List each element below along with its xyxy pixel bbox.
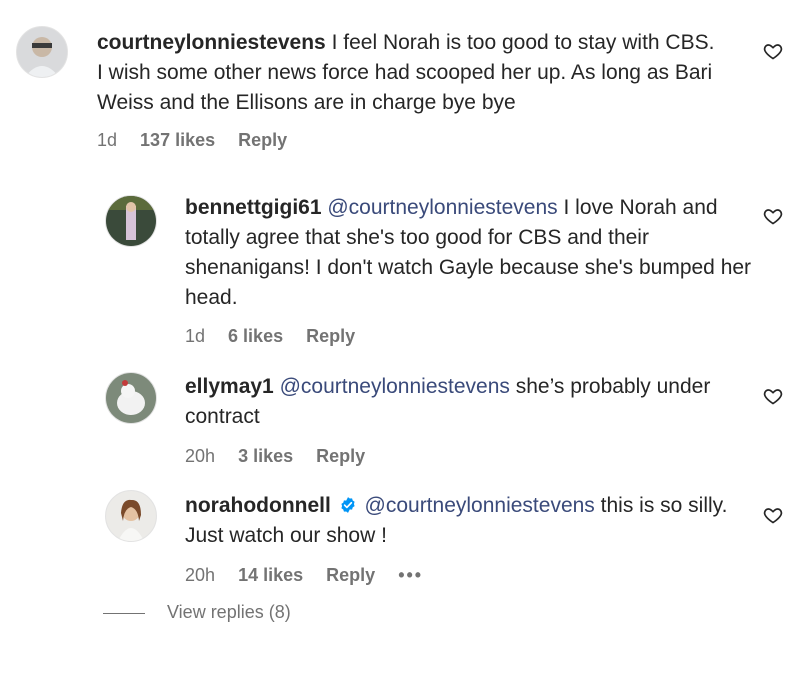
comment-likes[interactable]: 3 likes — [238, 446, 293, 466]
more-options-icon[interactable]: ••• — [398, 565, 423, 585]
comment-time[interactable]: 1d — [185, 326, 205, 346]
avatar[interactable] — [16, 26, 68, 78]
reply-button[interactable]: Reply — [238, 130, 287, 150]
verified-badge-icon — [339, 493, 357, 513]
heart-outline-icon[interactable] — [763, 206, 783, 226]
comment-time[interactable]: 1d — [97, 130, 117, 150]
comment-likes[interactable]: 6 likes — [228, 326, 283, 346]
comment-meta: 1d 6 likes Reply — [185, 326, 373, 347]
comment-text: bennettgigi61 @courtneylonniestevens I l… — [185, 193, 770, 313]
view-replies-button[interactable]: View replies (8) — [103, 602, 291, 623]
mention-link[interactable]: @courtneylonniestevens — [280, 375, 510, 398]
mention-link[interactable]: @courtneylonniestevens — [365, 494, 595, 517]
view-replies-label: View replies (8) — [167, 602, 291, 622]
heart-outline-icon[interactable] — [763, 41, 783, 61]
comment-time[interactable]: 20h — [185, 446, 215, 466]
comment-time[interactable]: 20h — [185, 565, 215, 585]
comment-likes[interactable]: 14 likes — [238, 565, 303, 585]
heart-outline-icon[interactable] — [763, 386, 783, 406]
avatar[interactable] — [105, 490, 157, 542]
comment-meta: 20h 3 likes Reply — [185, 446, 383, 467]
reply-button[interactable]: Reply — [316, 446, 365, 466]
comment-username[interactable]: ellymay1 — [185, 375, 274, 398]
comment-text: norahodonnell @courtneylonniestevens thi… — [185, 491, 770, 551]
heart-outline-icon[interactable] — [763, 505, 783, 525]
comment-meta: 1d 137 likes Reply — [97, 130, 305, 151]
mention-link[interactable]: @courtneylonniestevens — [327, 196, 557, 219]
comment-username[interactable]: norahodonnell — [185, 494, 331, 517]
comment-text: ellymay1 @courtneylonniestevens she’s pr… — [185, 372, 770, 432]
comment-text: courtneylonniestevens I feel Norah is to… — [97, 28, 722, 118]
reply-button[interactable]: Reply — [326, 565, 375, 585]
divider-line — [103, 612, 145, 614]
comment-username[interactable]: courtneylonniestevens — [97, 31, 326, 54]
comment-username[interactable]: bennettgigi61 — [185, 196, 322, 219]
comment-meta: 20h 14 likes Reply ••• — [185, 565, 441, 586]
comment-likes[interactable]: 137 likes — [140, 130, 215, 150]
avatar[interactable] — [105, 372, 157, 424]
avatar[interactable] — [105, 195, 157, 247]
reply-button[interactable]: Reply — [306, 326, 355, 346]
